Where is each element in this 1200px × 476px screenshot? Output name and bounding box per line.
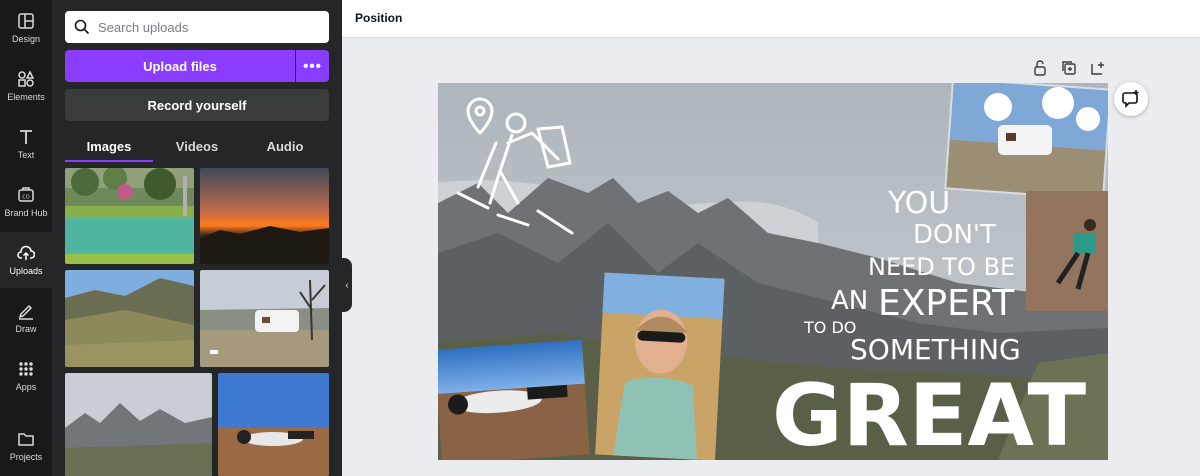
record-yourself-button[interactable]: Record yourself [65,89,329,121]
rail-item-label: Text [17,150,35,160]
rail-item-label: Elements [7,92,45,102]
upload-files-button[interactable]: Upload files [65,50,295,82]
quote-line-you: YOU [887,186,950,221]
tab-images[interactable]: Images [65,132,153,162]
rail-item-label: Uploads [9,266,43,276]
rail-item-brand-hub[interactable]: CO Brand Hub [0,174,52,230]
design-canvas[interactable]: YOU DON'T NEED TO BE AN EXPERT TO DO SOM… [438,83,1108,460]
climber-photo[interactable] [1026,191,1108,311]
tab-audio[interactable]: Audio [241,132,329,162]
sunset-image [200,168,329,264]
comment-plus-icon [1122,90,1139,108]
draw-icon [18,304,33,320]
selfie-photo[interactable] [595,272,725,460]
collapse-panel-handle[interactable]: ‹ [342,258,352,312]
add-comment-button[interactable] [1114,82,1148,116]
rail-item-projects[interactable]: Projects [0,418,52,474]
quote-line-dont: DON'T [913,220,996,250]
brand-hub-badge: CO [22,195,29,201]
upload-thumbnail-resting[interactable] [218,373,329,476]
rail-item-label: Apps [15,382,37,392]
rail-item-label: Design [11,34,40,44]
upload-thumbnail-mountains[interactable] [65,373,212,476]
quote-line-todo: TO DO [803,318,856,337]
quote-line-great: GREAT [772,366,1086,460]
tab-videos[interactable]: Videos [153,132,241,162]
lock-icon[interactable] [1031,59,1049,77]
left-rail: Design Elements Text CO Brand Hub Upload… [0,0,52,476]
rail-item-apps[interactable]: Apps [0,348,52,404]
rail-item-draw[interactable]: Draw [0,290,52,346]
elements-icon [18,70,35,87]
resting-hiker-image [218,373,329,476]
rail-item-label: Brand Hub [4,208,48,218]
brand-hub-icon: CO [18,187,34,202]
uploads-panel: Upload files ••• Record yourself Images … [52,0,342,476]
rail-item-design[interactable]: Design [0,0,52,56]
add-page-icon[interactable] [1089,59,1107,77]
search-box[interactable] [65,11,329,43]
rail-item-label: Projects [9,452,43,462]
design-icon [18,13,34,29]
search-input[interactable] [98,19,318,35]
rail-item-elements[interactable]: Elements [0,58,52,114]
quote-line-need: NEED TO BE [868,253,1015,281]
upload-thumbnail-hillside[interactable] [65,270,194,367]
upload-thumbnail-garden[interactable] [65,168,194,264]
duplicate-page-icon[interactable] [1060,59,1078,77]
upload-cloud-icon [17,245,35,260]
position-button[interactable]: Position [355,11,402,25]
text-icon [20,130,32,144]
collage-artwork: YOU DON'T NEED TO BE AN EXPERT TO DO SOM… [438,83,1108,460]
page-toolbar [1020,59,1107,77]
quote-line-something: SOMETHING [850,333,1021,366]
search-icon [74,19,90,35]
media-tabs: Images Videos Audio [65,132,329,162]
quote-line-an: AN [831,286,868,316]
resting-hiker-photo[interactable] [438,339,590,460]
quote-line-expert: EXPERT [878,283,1015,324]
camper-image [200,270,329,367]
apps-icon [19,362,33,376]
more-options-button[interactable]: ••• [296,50,329,82]
editor-app: Design Elements Text CO Brand Hub Upload… [0,0,1200,476]
upload-thumbnail-camper[interactable] [200,270,329,367]
mountains-image [65,373,212,476]
rail-item-uploads[interactable]: Uploads [0,232,52,288]
hillside-image [65,270,194,367]
rail-item-text[interactable]: Text [0,116,52,172]
garden-pond-image [65,168,194,264]
top-bar: Position [342,0,1200,38]
rail-item-label: Draw [15,324,37,334]
upload-thumbnail-sunset[interactable] [200,168,329,264]
folder-icon [18,433,34,446]
camper-photo[interactable] [944,83,1108,201]
